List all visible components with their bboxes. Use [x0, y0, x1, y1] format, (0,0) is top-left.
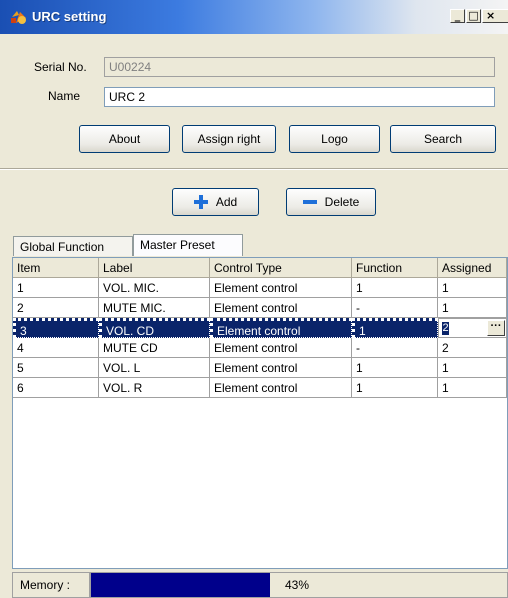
cell-item: 5: [13, 358, 99, 378]
cell-item: 6: [13, 378, 99, 398]
close-button[interactable]: ×: [482, 9, 508, 23]
cell-control-type: Element control: [210, 298, 352, 318]
add-button[interactable]: Add: [172, 188, 259, 216]
cell-control-type: Element control: [210, 278, 352, 298]
ellipsis-button[interactable]: ···: [487, 320, 505, 336]
window-title: URC setting: [32, 9, 107, 24]
cell-item: 3: [13, 318, 99, 338]
serial-no-field: U00224: [104, 57, 495, 77]
assign-right-button[interactable]: Assign right: [182, 125, 276, 153]
serial-no-label: Serial No.: [34, 60, 87, 74]
cell-item: 4: [13, 338, 99, 358]
assigned-editor-value[interactable]: 2: [442, 322, 449, 335]
memory-label: Memory :: [12, 572, 90, 598]
tab-global-function[interactable]: Global Function: [13, 236, 133, 256]
plus-icon: [193, 194, 208, 209]
search-button[interactable]: Search: [390, 125, 496, 153]
about-button[interactable]: About: [79, 125, 170, 153]
cell-assigned: 1: [438, 278, 507, 298]
table-row-selected[interactable]: 3 VOL. CD Element control 1 2 ···: [13, 318, 507, 338]
urc-setting-window: URC setting _ □ × Serial No. U00224 Name…: [0, 0, 508, 598]
cell-assigned: 2: [438, 338, 507, 358]
assigned-cell-editor[interactable]: 2 ···: [438, 318, 507, 338]
maximize-button[interactable]: □: [466, 9, 481, 23]
table-row[interactable]: 4 MUTE CD Element control - 2: [13, 338, 507, 358]
memory-progress-bar: 43%: [90, 572, 508, 598]
cell-control-type: Element control: [210, 358, 352, 378]
name-field[interactable]: URC 2: [104, 87, 495, 107]
column-header-item[interactable]: Item: [13, 258, 99, 278]
cell-label: VOL. R: [99, 378, 210, 398]
cell-assigned: 1: [438, 378, 507, 398]
column-header-control-type[interactable]: Control Type: [210, 258, 352, 278]
cell-function: -: [352, 338, 438, 358]
column-header-function[interactable]: Function: [352, 258, 438, 278]
minus-icon: [302, 199, 317, 204]
cell-label: MUTE CD: [99, 338, 210, 358]
cell-function: 1: [352, 358, 438, 378]
memory-progress-fill: [91, 573, 270, 597]
table-row[interactable]: 2 MUTE MIC. Element control - 1: [13, 298, 507, 318]
cell-label: VOL. CD: [99, 318, 210, 338]
table-row[interactable]: 6 VOL. R Element control 1 1: [13, 378, 507, 398]
cell-control-type: Element control: [210, 378, 352, 398]
logo-button[interactable]: Logo: [289, 125, 380, 153]
cell-function: 1: [352, 378, 438, 398]
separator: [0, 168, 508, 170]
cell-assigned: 1: [438, 358, 507, 378]
delete-button[interactable]: Delete: [286, 188, 376, 216]
column-header-label[interactable]: Label: [99, 258, 210, 278]
cell-function: 1: [352, 318, 438, 338]
add-label: Add: [215, 195, 238, 209]
title-bar[interactable]: URC setting _ □ ×: [0, 0, 508, 34]
cell-function: -: [352, 298, 438, 318]
delete-label: Delete: [324, 195, 360, 209]
table-row[interactable]: 1 VOL. MIC. Element control 1 1: [13, 278, 507, 298]
cell-label: VOL. L: [99, 358, 210, 378]
grid-header-row: Item Label Control Type Function Assigne…: [13, 258, 507, 278]
cell-assigned: 1: [438, 298, 507, 318]
cell-item: 1: [13, 278, 99, 298]
memory-percent: 43%: [285, 578, 310, 592]
cell-item: 2: [13, 298, 99, 318]
preset-grid[interactable]: Item Label Control Type Function Assigne…: [12, 257, 508, 569]
minimize-button[interactable]: _: [450, 9, 465, 23]
cell-control-type: Element control: [210, 338, 352, 358]
name-label: Name: [48, 89, 81, 103]
table-row[interactable]: 5 VOL. L Element control 1 1: [13, 358, 507, 378]
cell-control-type: Element control: [210, 318, 352, 338]
cell-label: MUTE MIC.: [99, 298, 210, 318]
cell-function: 1: [352, 278, 438, 298]
cell-label: VOL. MIC.: [99, 278, 210, 298]
tab-master-preset[interactable]: Master Preset: [133, 234, 243, 256]
app-icon: [11, 11, 26, 24]
column-header-assigned[interactable]: Assigned: [438, 258, 507, 278]
